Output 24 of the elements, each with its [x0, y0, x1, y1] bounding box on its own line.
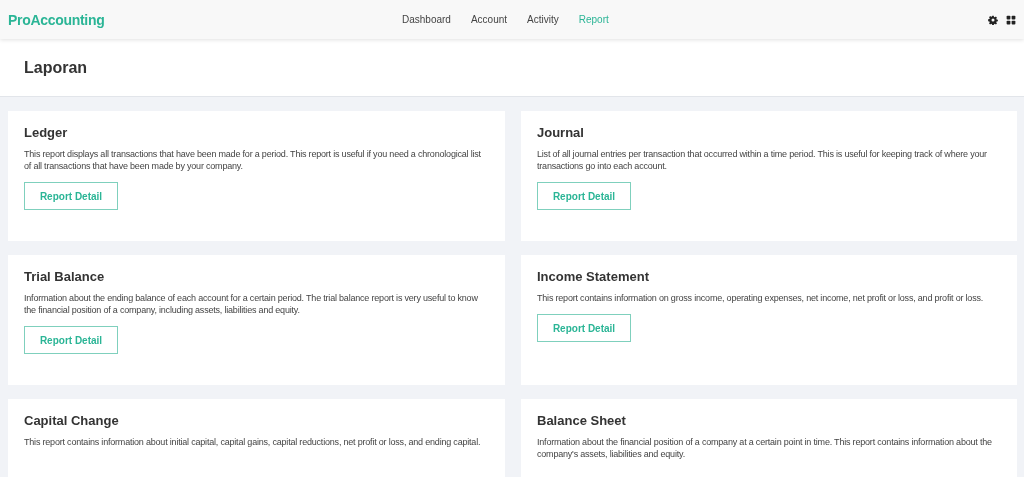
nav-link[interactable]: Dashboard: [402, 14, 451, 25]
card-description: Information about the financial position of a company at a certain point in time. This report contains information about the company's assets, liabilities and equity.: [537, 436, 993, 460]
brand-logo[interactable]: ProAccounting: [8, 11, 388, 28]
card-title: Capital Change: [24, 413, 120, 428]
card-description: This report contains information on gross income, operating expenses, net income, net profit or loss, and profit or loss.: [537, 292, 985, 304]
nav-link[interactable]: Activity: [527, 14, 559, 25]
card-description: Information about the ending balance of each account for a certain period. The trial balance report is very useful to know the financial position of a company, including assets, liabilities and equity.: [24, 292, 479, 316]
card-description: This report displays all transactions that have been made for a period. This report is useful if you need a chronological list of all transactions that have been made by your company.: [24, 148, 482, 172]
nav-link[interactable]: Report: [578, 14, 609, 25]
card-title: Income Statement: [537, 269, 650, 284]
report-detail-button[interactable]: Report Detail: [537, 182, 631, 210]
card-description: This report contains information about initial capital, capital gains, capital reductions, net profit or loss, and ending capital.: [24, 436, 482, 448]
page-title: Laporan: [24, 58, 88, 77]
nav-link[interactable]: Account: [470, 14, 508, 25]
report-detail-button[interactable]: Report Detail: [24, 182, 118, 210]
card-title: Ledger: [24, 125, 69, 140]
report-detail-button[interactable]: Report Detail: [24, 326, 118, 354]
card-title: Balance Sheet: [537, 413, 627, 428]
settings-icon[interactable]: [988, 14, 998, 25]
card-title: Journal: [537, 125, 585, 140]
card-description: List of all journal entries per transaction that occurred within a time period. This is useful for keeping track of where your transactions go into each account.: [537, 148, 988, 172]
apps-grid-icon[interactable]: [1006, 14, 1016, 25]
card-title: Trial Balance: [24, 269, 106, 284]
report-detail-button[interactable]: Report Detail: [537, 314, 631, 342]
